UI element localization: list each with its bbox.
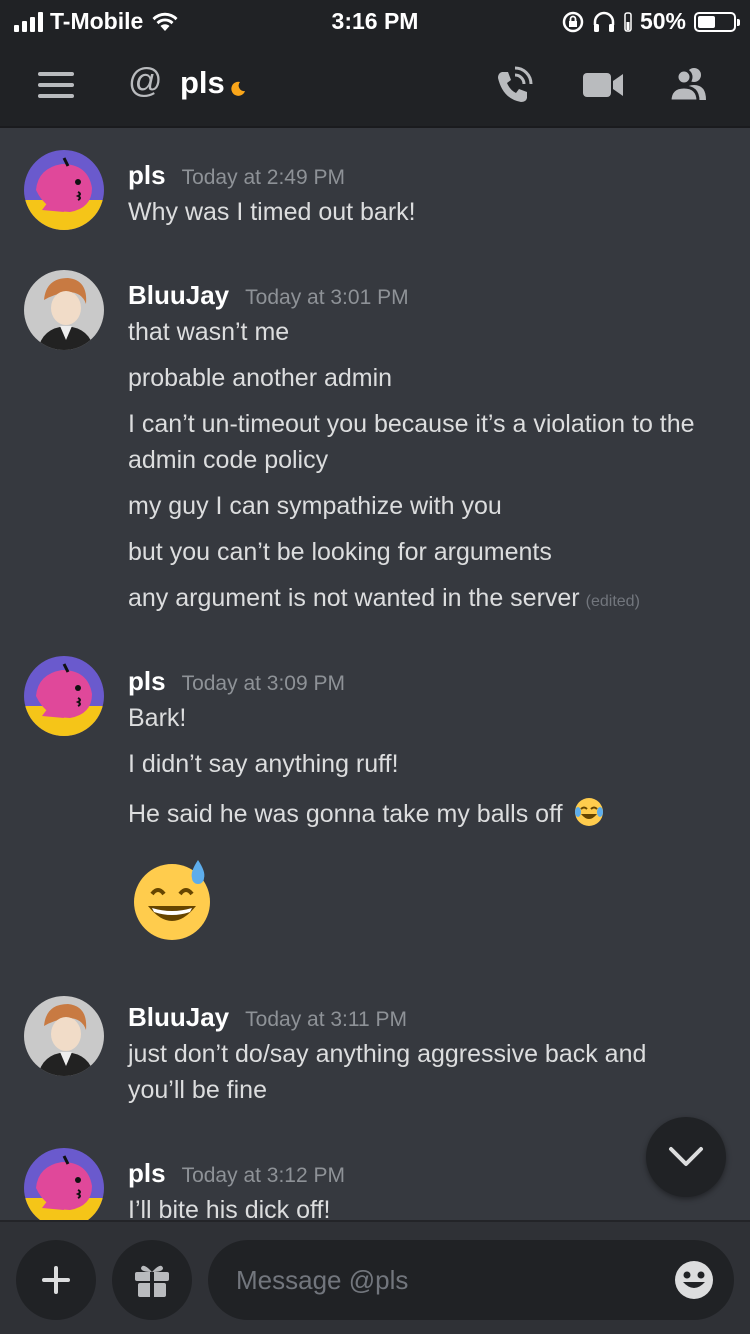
message-input-container[interactable] — [208, 1240, 734, 1320]
message-text: my guy I can sympathize with you — [128, 492, 502, 520]
battery-icon — [694, 11, 740, 32]
message-text: I’ll bite his dick off! — [128, 1196, 331, 1220]
timestamp: Today at 3:01 PM — [245, 286, 409, 309]
voice-call-icon[interactable] — [493, 66, 533, 106]
message-text: I can’t un-timeout you because it’s a vi… — [128, 410, 695, 474]
emoji-picker-icon[interactable] — [674, 1260, 714, 1300]
message-text: probable another admin — [128, 364, 393, 392]
avatar[interactable] — [24, 270, 104, 350]
timestamp: Today at 3:12 PM — [181, 1164, 346, 1187]
status-bar: T-Mobile 3:16 PM 50% — [0, 0, 750, 40]
message-text: He said he was gonna take my balls off — [128, 796, 708, 832]
author-name[interactable]: BluuJay — [128, 1002, 229, 1032]
avatar[interactable] — [24, 150, 104, 230]
members-icon[interactable] — [668, 66, 712, 102]
timestamp: Today at 3:11 PM — [245, 1008, 408, 1031]
avatar[interactable] — [24, 656, 104, 736]
dm-title[interactable]: pls — [180, 65, 225, 101]
rotation-lock-icon — [562, 11, 584, 32]
plus-icon — [42, 1266, 70, 1294]
gift-icon — [135, 1265, 169, 1297]
add-attachment-button[interactable] — [16, 1240, 96, 1320]
avatar[interactable] — [24, 996, 104, 1076]
message-list[interactable]: pls Today at 2:49 PM Why was I timed out … — [0, 130, 750, 1220]
menu-icon[interactable] — [38, 72, 74, 98]
joy-emoji — [575, 798, 604, 826]
author-name[interactable]: pls — [128, 160, 166, 190]
author-name[interactable]: pls — [128, 1158, 166, 1188]
channel-header: @ pls — [0, 40, 750, 128]
jump-to-bottom-button[interactable] — [646, 1117, 726, 1197]
composer-bar — [0, 1220, 750, 1334]
headphones-icon — [593, 11, 615, 32]
message-text: but you can’t be looking for arguments — [128, 538, 552, 566]
message-text: Why was I timed out bark! — [128, 198, 416, 226]
message-text: Bark! — [128, 704, 187, 732]
avatar[interactable] — [24, 1148, 104, 1220]
timestamp: Today at 3:09 PM — [181, 672, 346, 695]
idle-moon-icon — [231, 81, 245, 96]
edited-label: (edited) — [585, 593, 640, 610]
grinning-sweat-emoji — [134, 860, 210, 940]
message-text: that wasn’t me — [128, 318, 290, 346]
airpods-battery-icon — [624, 11, 632, 32]
message-input[interactable] — [236, 1240, 656, 1320]
author-name[interactable]: BluuJay — [128, 280, 229, 310]
message-text: just don’t do/say anything aggressive ba… — [128, 1040, 647, 1104]
message-text: I didn’t say anything ruff! — [128, 750, 399, 778]
battery-percent: 50% — [639, 8, 686, 34]
video-call-icon[interactable] — [582, 70, 624, 100]
author-name[interactable]: pls — [128, 666, 166, 696]
message-text: any argument is not wanted in the server… — [128, 584, 640, 612]
chevron-down-icon — [669, 1147, 703, 1166]
gift-button[interactable] — [112, 1240, 192, 1320]
timestamp: Today at 2:49 PM — [181, 166, 346, 189]
at-icon: @ — [128, 62, 163, 100]
